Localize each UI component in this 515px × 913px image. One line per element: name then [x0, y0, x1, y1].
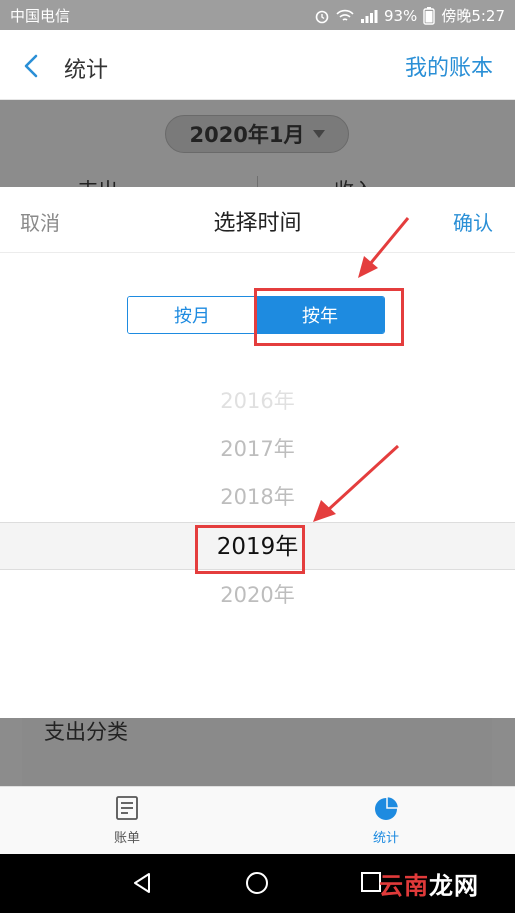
back-triangle-icon[interactable]	[130, 871, 154, 895]
annotation-box-year-toggle	[254, 288, 404, 346]
picker-header: 取消 选择时间 确认	[0, 187, 515, 253]
expense-category-card: 支出分类	[22, 706, 492, 786]
by-month-segment[interactable]: 按月	[128, 297, 256, 333]
year-option[interactable]: 2016年	[0, 377, 515, 425]
year-option[interactable]: 2020年	[0, 571, 515, 619]
battery-percent: 93%	[383, 6, 418, 25]
page-title: 统计	[64, 58, 109, 83]
home-circle-icon[interactable]	[245, 871, 269, 895]
annotation-box-selected-year	[195, 525, 305, 574]
picker-title: 选择时间	[213, 211, 302, 236]
year-wheel[interactable]: 2016年 2017年 2018年 2019年 2020年	[0, 377, 515, 627]
tab-bill-label: 账单	[113, 831, 140, 846]
pie-chart-icon	[375, 795, 399, 820]
my-ledger-link[interactable]: 我的账本	[405, 50, 493, 82]
tab-stats[interactable]: 统计	[336, 795, 436, 846]
alarm-icon	[315, 10, 329, 23]
system-navigation-bar: 云南龙网	[0, 854, 515, 913]
caret-down-icon	[312, 130, 325, 138]
watermark: 云南龙网	[379, 866, 479, 901]
period-selector: 2020年1月	[165, 115, 349, 153]
tab-bill[interactable]: 账单	[77, 795, 177, 846]
signal-icon	[360, 9, 378, 23]
time-picker-sheet: 取消 选择时间 确认 按月 按年 2016年 2017年 2018年 2019年…	[0, 187, 515, 718]
watermark-white: 龙网	[429, 872, 479, 900]
status-icons: 93% 傍晚5:27	[314, 5, 505, 26]
year-option[interactable]: 2018年	[0, 473, 515, 521]
status-bar: 中国电信 93% 傍晚5:27	[0, 0, 515, 30]
period-value: 2020年1月	[189, 123, 305, 147]
battery-icon	[423, 6, 436, 25]
wifi-icon	[336, 9, 354, 21]
carrier-name: 中国电信	[10, 7, 71, 25]
chevron-left-icon[interactable]	[18, 52, 46, 80]
confirm-button[interactable]: 确认	[453, 207, 493, 236]
clock: 傍晚5:27	[441, 7, 505, 25]
navigation-bar: 统计 我的账本	[0, 30, 515, 100]
year-option[interactable]: 2017年	[0, 425, 515, 473]
watermark-red: 云南	[379, 872, 429, 900]
bottom-tab-bar: 账单 统计	[0, 786, 515, 854]
tab-stats-label: 统计	[372, 831, 399, 846]
expense-category-title: 支出分类	[44, 720, 128, 744]
bill-list-icon	[116, 796, 138, 820]
